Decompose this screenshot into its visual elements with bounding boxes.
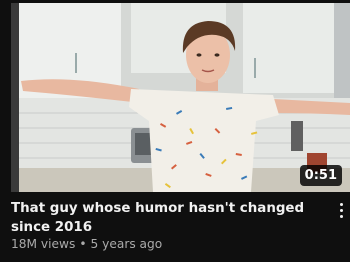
video-thumbnail[interactable]: 0:51 bbox=[11, 3, 350, 192]
menu-dot bbox=[339, 208, 343, 212]
menu-dot bbox=[339, 202, 343, 206]
menu-dot bbox=[339, 214, 343, 218]
duration-badge: 0:51 bbox=[299, 165, 342, 186]
video-card[interactable]: 0:51 That guy whose humor hasn't changed… bbox=[0, 0, 350, 262]
view-count: 18M views bbox=[11, 237, 76, 251]
thumbnail-image bbox=[11, 3, 350, 192]
video-title[interactable]: That guy whose humor hasn't changed sinc… bbox=[11, 199, 323, 237]
upload-age: 5 years ago bbox=[90, 237, 163, 251]
video-metadata: 18M views • 5 years ago bbox=[11, 237, 162, 252]
more-vert-icon[interactable] bbox=[335, 198, 347, 222]
meta-separator: • bbox=[79, 237, 87, 251]
